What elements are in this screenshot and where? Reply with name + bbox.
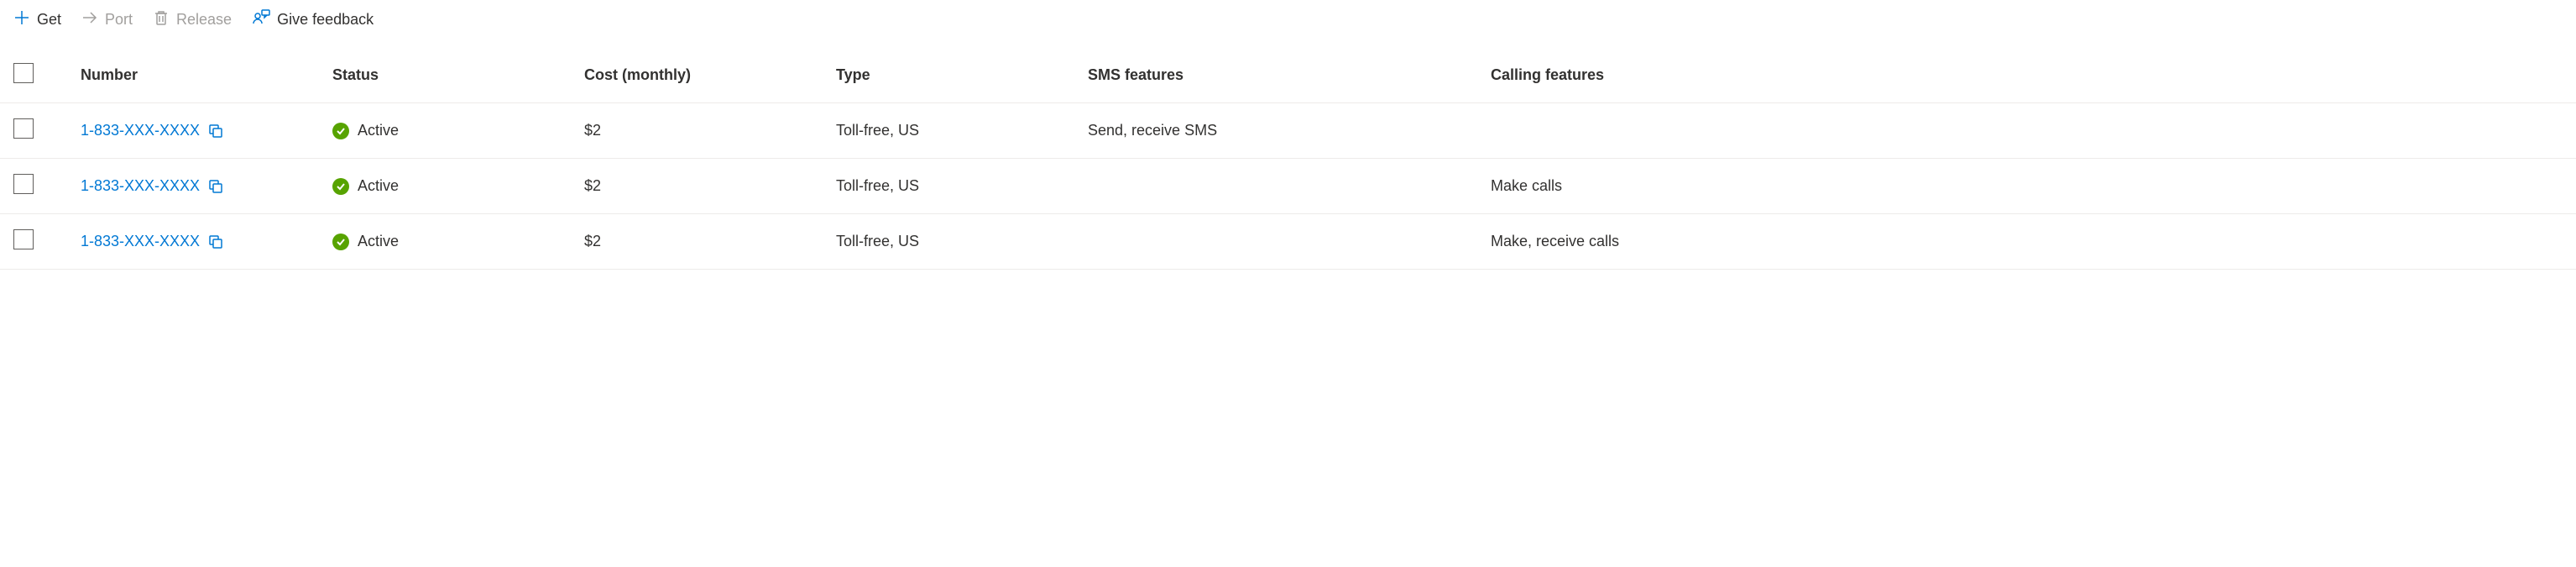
give-feedback-button[interactable]: Give feedback (252, 8, 374, 31)
row-select-cell (13, 118, 81, 143)
number-link[interactable]: 1-833-XXX-XXXX (81, 122, 200, 139)
status-text: Active (358, 177, 399, 195)
row-checkbox[interactable] (13, 174, 34, 194)
number-cell: 1-833-XXX-XXXX (81, 177, 332, 195)
arrow-right-icon (81, 9, 98, 30)
release-label: Release (176, 11, 232, 29)
check-circle-icon (332, 178, 349, 195)
copy-icon[interactable] (208, 234, 223, 249)
trash-icon (153, 9, 170, 30)
port-button[interactable]: Port (81, 9, 133, 30)
number-cell: 1-833-XXX-XXXX (81, 233, 332, 250)
cost-cell: $2 (584, 233, 836, 250)
get-button[interactable]: Get (13, 9, 61, 30)
type-cell: Toll-free, US (836, 177, 1088, 195)
number-cell: 1-833-XXX-XXXX (81, 122, 332, 139)
release-button[interactable]: Release (153, 9, 232, 30)
table-row: 1-833-XXX-XXXX Active $2 Toll-free, US M… (0, 159, 2576, 214)
number-link[interactable]: 1-833-XXX-XXXX (81, 233, 200, 250)
select-all-checkbox[interactable] (13, 63, 34, 83)
status-cell: Active (332, 122, 584, 139)
number-link[interactable]: 1-833-XXX-XXXX (81, 177, 200, 195)
row-select-cell (13, 229, 81, 254)
check-circle-icon (332, 123, 349, 139)
port-label: Port (105, 11, 133, 29)
check-circle-icon (332, 234, 349, 250)
cost-cell: $2 (584, 122, 836, 139)
row-select-cell (13, 174, 81, 198)
column-sms[interactable]: SMS features (1088, 66, 1491, 84)
toolbar: Get Port Release Give feedback (0, 0, 2576, 48)
feedback-label: Give feedback (277, 11, 374, 29)
calling-cell: Make calls (1491, 177, 1826, 195)
column-number[interactable]: Number (81, 66, 332, 84)
cost-cell: $2 (584, 177, 836, 195)
get-label: Get (37, 11, 61, 29)
feedback-icon (252, 8, 270, 31)
type-cell: Toll-free, US (836, 233, 1088, 250)
table-header: Number Status Cost (monthly) Type SMS fe… (0, 48, 2576, 103)
sms-cell: Send, receive SMS (1088, 122, 1491, 139)
row-checkbox[interactable] (13, 229, 34, 249)
column-cost[interactable]: Cost (monthly) (584, 66, 836, 84)
copy-icon[interactable] (208, 123, 223, 139)
select-all-cell (13, 63, 81, 87)
type-cell: Toll-free, US (836, 122, 1088, 139)
plus-icon (13, 9, 30, 30)
status-cell: Active (332, 233, 584, 250)
column-status[interactable]: Status (332, 66, 584, 84)
calling-cell: Make, receive calls (1491, 233, 1826, 250)
status-text: Active (358, 122, 399, 139)
copy-icon[interactable] (208, 179, 223, 194)
table-row: 1-833-XXX-XXXX Active $2 Toll-free, US M… (0, 214, 2576, 270)
table-row: 1-833-XXX-XXXX Active $2 Toll-free, US S… (0, 103, 2576, 159)
phone-numbers-table: Number Status Cost (monthly) Type SMS fe… (0, 48, 2576, 270)
column-calling[interactable]: Calling features (1491, 66, 1826, 84)
status-text: Active (358, 233, 399, 250)
status-cell: Active (332, 177, 584, 195)
row-checkbox[interactable] (13, 118, 34, 139)
column-type[interactable]: Type (836, 66, 1088, 84)
